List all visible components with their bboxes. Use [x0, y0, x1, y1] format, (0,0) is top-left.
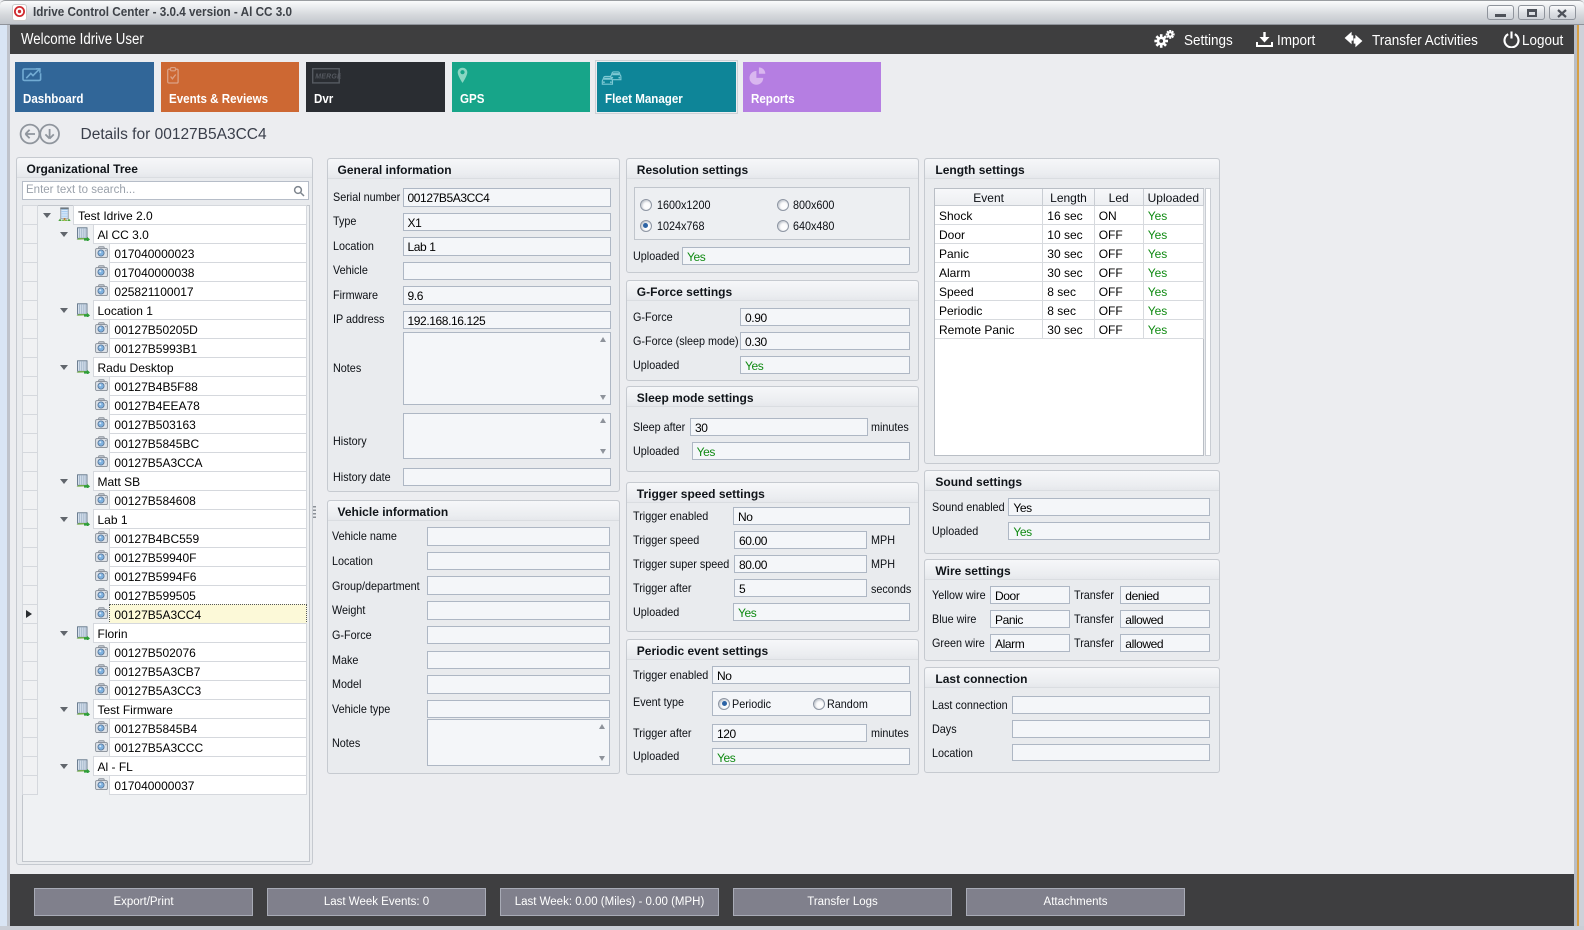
svg-text:MERGE: MERGE — [315, 74, 341, 81]
